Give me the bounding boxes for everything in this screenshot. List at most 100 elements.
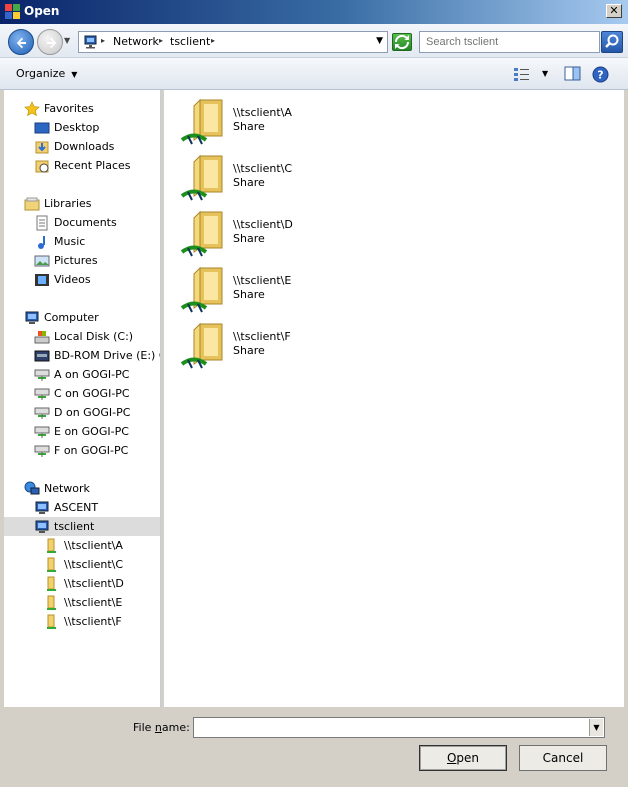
nav-ascent[interactable]: ASCENT [4,498,160,517]
list-item[interactable]: \\tsclient\E Share [178,264,338,316]
nav-drive-d[interactable]: D on GOGI-PC [4,403,160,422]
organize-button[interactable]: Organize ▼ [16,67,77,80]
nav-drive-e[interactable]: E on GOGI-PC [4,422,160,441]
nav-drive-f-label: F on GOGI-PC [54,444,129,457]
nav-local-disk[interactable]: Local Disk (C:) [4,327,160,346]
organize-label: Organize [16,67,66,80]
nav-recent-places[interactable]: Recent Places [4,156,160,175]
open-label: pen [456,751,480,765]
nav-tsclient-a[interactable]: \\tsclient\A [4,536,160,555]
desktop-icon [34,122,50,134]
network-globe-icon [24,481,40,495]
nav-pictures-label: Pictures [54,254,98,267]
file-name: \\tsclient\C [233,162,293,175]
nav-documents[interactable]: Documents [4,213,160,232]
nav-downloads[interactable]: Downloads [4,137,160,156]
downloads-icon [35,141,49,154]
computer-icon [35,520,49,533]
optical-drive-icon [34,350,50,362]
nav-tsclient-label: tsclient [54,520,95,533]
nav-desktop[interactable]: Desktop [4,118,160,137]
search-button[interactable] [601,31,623,53]
address-dropdown[interactable]: ▼ [376,36,383,46]
list-item[interactable]: \\tsclient\A Share [178,96,338,148]
file-type: Share [233,344,265,357]
list-item[interactable]: \\tsclient\F Share [178,320,338,372]
nav-drive-c[interactable]: C on GOGI-PC [4,384,160,403]
file-type: Share [233,176,265,189]
close-button[interactable]: ✕ [606,4,622,18]
crumb-tsclient[interactable]: tsclient [170,35,210,48]
documents-icon [36,215,48,231]
nav-tsclient[interactable]: tsclient [4,517,160,536]
nav-tsclient-c-label: \\tsclient\C [64,558,124,571]
close-icon: ✕ [609,4,619,17]
file-name-label: File name: [133,721,190,734]
list-item[interactable]: \\tsclient\D Share [178,208,338,260]
nav-pictures[interactable]: Pictures [4,251,160,270]
star-icon [24,101,40,117]
crumb-separator[interactable]: ▸ [101,36,105,45]
search-input[interactable] [419,31,600,53]
nav-drive-c-label: C on GOGI-PC [54,387,130,400]
cancel-button[interactable]: Cancel [519,745,607,771]
nav-bd-rom-label: BD-ROM Drive (E:) CD [54,349,160,362]
crumb-separator[interactable]: ▸ [211,36,215,45]
title-bar: Open ✕ [0,0,628,24]
crumb-separator[interactable]: ▸ [159,36,163,45]
hard-disk-icon [34,331,50,344]
views-icon[interactable] [513,66,531,82]
nav-tsclient-d[interactable]: \\tsclient\D [4,574,160,593]
shared-folder-icon [47,576,56,591]
search-icon [605,34,619,48]
nav-downloads-label: Downloads [54,140,115,153]
preview-pane-icon[interactable] [564,66,582,82]
nav-favorites[interactable]: Favorites [4,99,160,118]
pictures-icon [34,255,50,267]
file-type: Share [233,120,265,133]
nav-drive-f[interactable]: F on GOGI-PC [4,441,160,460]
network-icon [84,35,97,49]
nav-local-disk-label: Local Disk (C:) [54,330,134,343]
libraries-icon [24,197,40,211]
list-item[interactable]: \\tsclient\C Share [178,152,338,204]
refresh-button[interactable] [392,33,412,51]
shared-folder-icon [47,557,56,572]
file-list[interactable]: \\tsclient\A Share \\tsclient\C Share \\… [164,90,624,707]
navigation-pane[interactable]: Favorites Desktop Downloads Recent Place… [4,90,161,707]
file-name-label-pre: File [133,721,155,734]
network-drive-icon [34,426,50,438]
network-drive-icon [34,407,50,419]
recent-places-icon [35,160,49,173]
nav-network[interactable]: Network [4,479,160,498]
nav-tsclient-f-label: \\tsclient\F [64,615,122,628]
nav-tsclient-f[interactable]: \\tsclient\F [4,612,160,631]
nav-tsclient-c[interactable]: \\tsclient\C [4,555,160,574]
forward-button[interactable] [37,29,63,55]
recent-pages-dropdown[interactable]: ▼ [64,36,70,45]
nav-libraries[interactable]: Libraries [4,194,160,213]
nav-music-label: Music [54,235,86,248]
nav-computer[interactable]: Computer [4,308,160,327]
help-icon[interactable]: ? [592,66,609,83]
nav-network-label: Network [44,482,90,495]
nav-tsclient-a-label: \\tsclient\A [64,539,123,552]
crumb-network[interactable]: Network [113,35,159,48]
back-button[interactable] [8,29,34,55]
window-title: Open [24,4,60,18]
nav-drive-d-label: D on GOGI-PC [54,406,131,419]
nav-bd-rom[interactable]: BD-ROM Drive (E:) CD [4,346,160,365]
open-button[interactable]: Open [419,745,507,771]
shared-folder-icon [47,538,56,553]
nav-videos[interactable]: Videos [4,270,160,289]
computer-icon [35,501,49,514]
views-dropdown[interactable]: ▼ [542,69,548,78]
network-drive-icon [34,369,50,381]
nav-music[interactable]: Music [4,232,160,251]
address-bar[interactable]: ▸ Network ▸ tsclient ▸ ▼ [78,31,388,53]
file-name-dropdown[interactable]: ▼ [589,719,603,736]
nav-drive-a[interactable]: A on GOGI-PC [4,365,160,384]
computer-icon [25,311,39,324]
file-name-combobox[interactable]: ▼ [193,717,605,738]
nav-tsclient-e[interactable]: \\tsclient\E [4,593,160,612]
